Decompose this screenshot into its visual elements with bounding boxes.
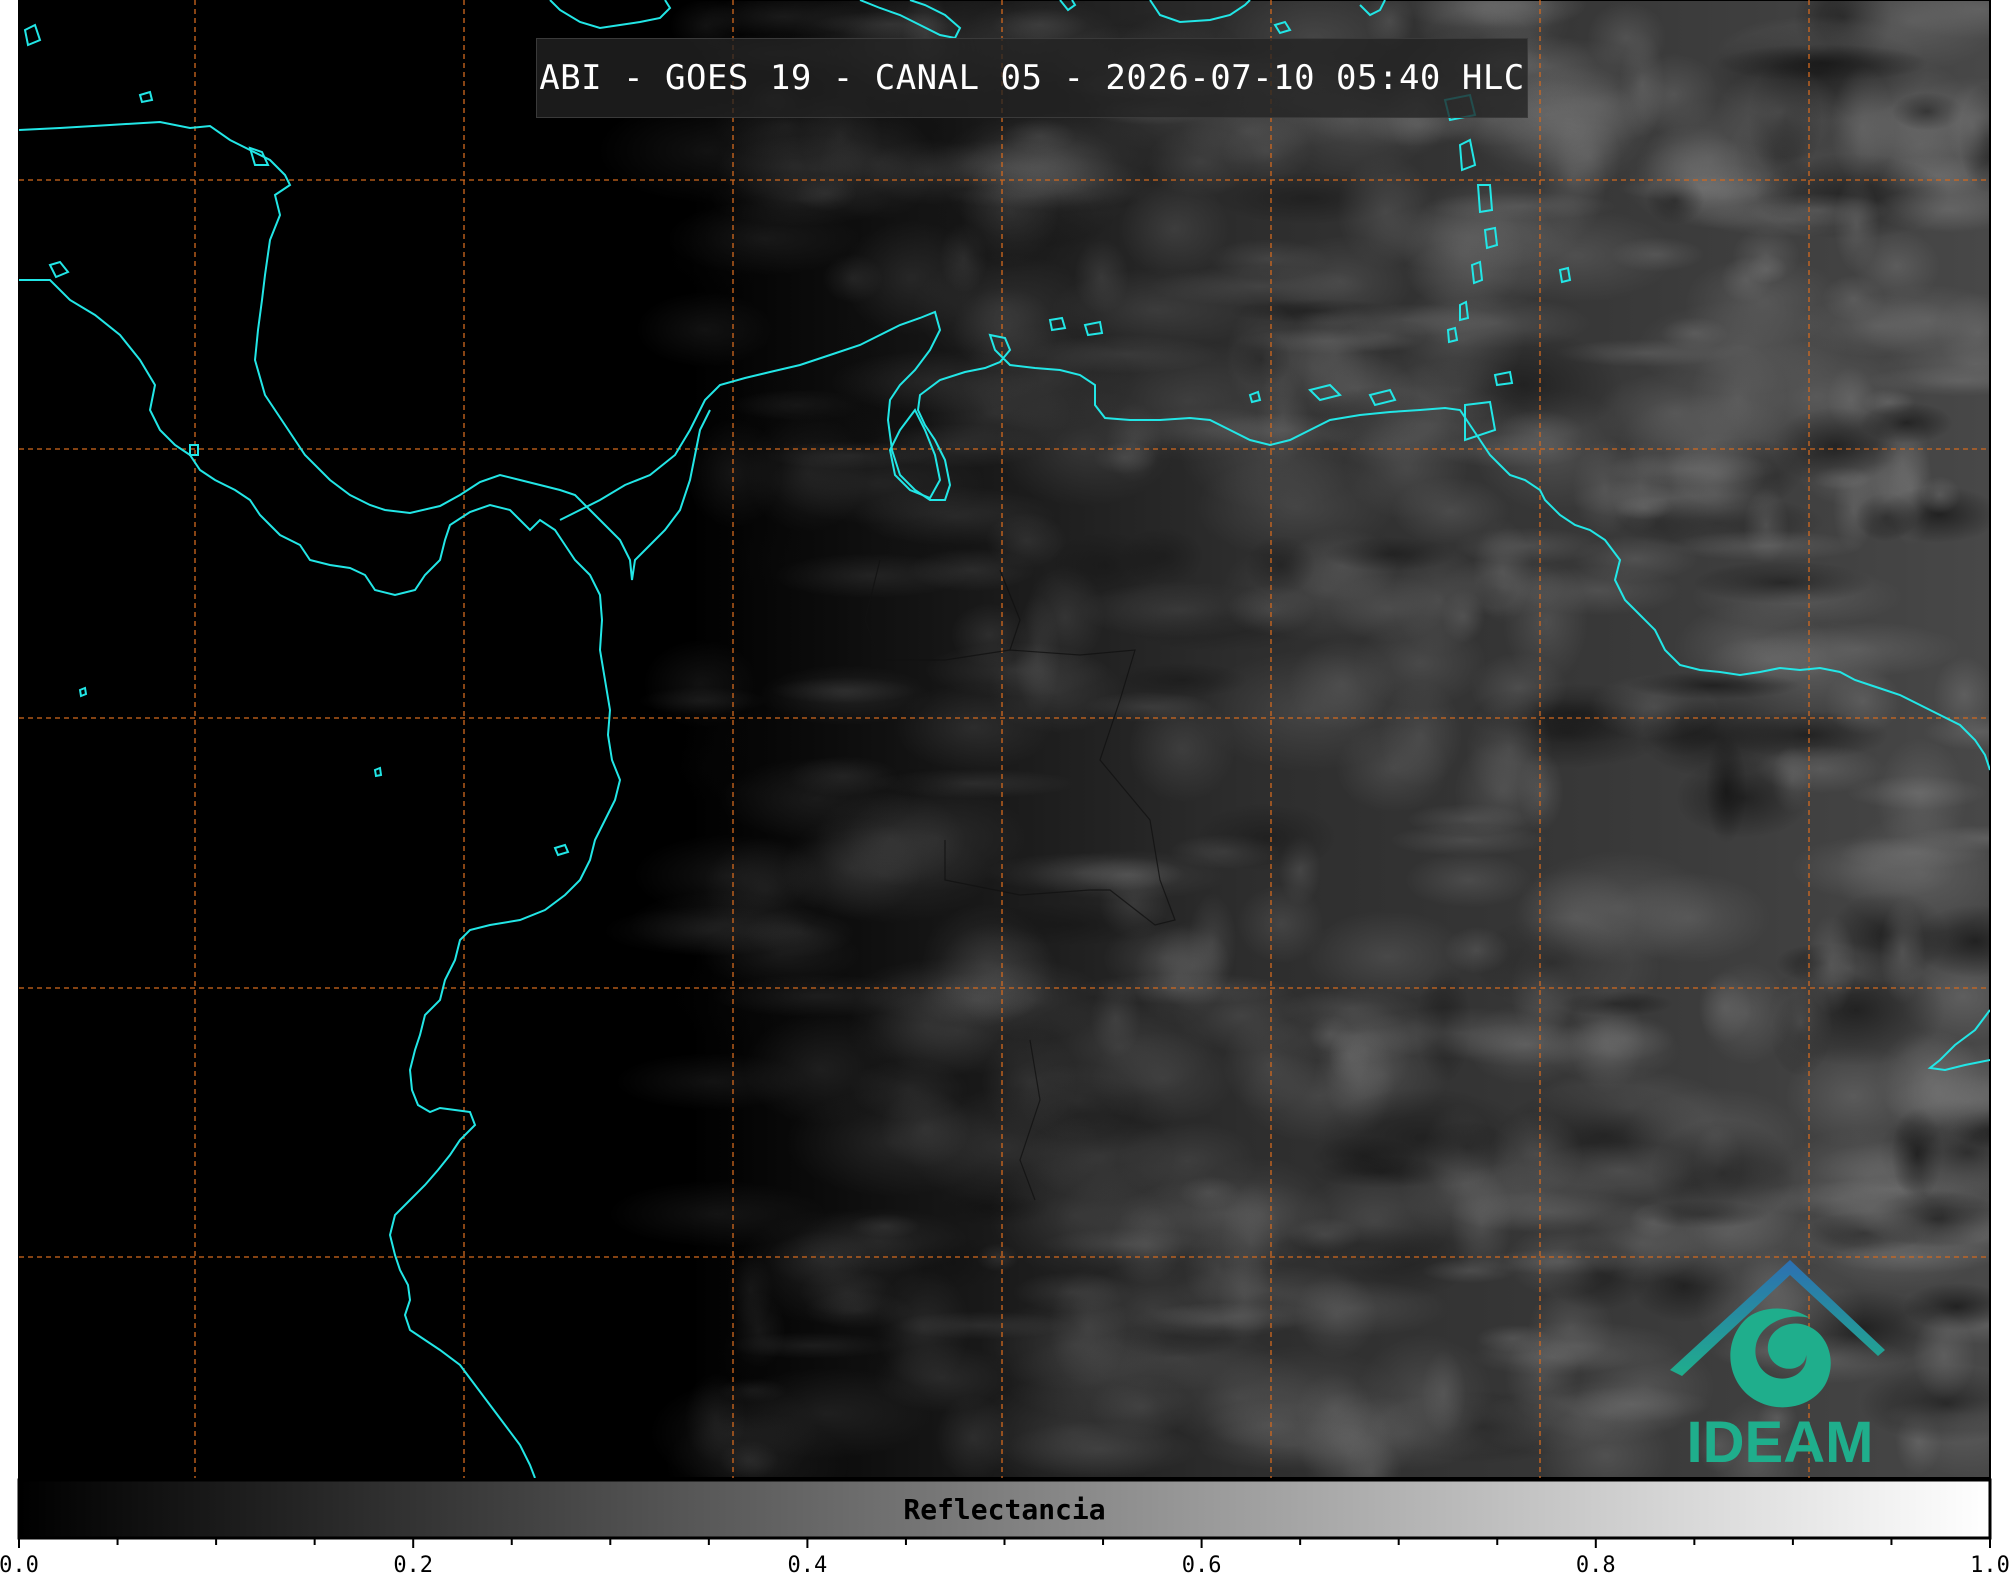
cloud-patch bbox=[893, 683, 1053, 772]
ideam-logo-text: IDEAM bbox=[1687, 1410, 1874, 1475]
cloud-shadow bbox=[1323, 537, 1456, 572]
cloud-patch bbox=[1649, 432, 1781, 555]
cloud-shadow bbox=[1316, 1087, 1533, 1188]
cloud-patch bbox=[1884, 1031, 1990, 1153]
cloud-patch bbox=[1518, 851, 1718, 964]
cloud-patch bbox=[919, 903, 1053, 1028]
cloud-patch bbox=[1077, 581, 1282, 639]
colorbar-tick-label: 0.0 bbox=[0, 1553, 39, 1577]
cloud-patch bbox=[1075, 973, 1296, 1005]
title-banner: ABI - GOES 19 - CANAL 05 - 2026-07-10 05… bbox=[536, 38, 1528, 118]
cloud-patch bbox=[1378, 681, 1463, 788]
cloud-shadow bbox=[1649, 1118, 1795, 1228]
cloud-patch bbox=[1339, 319, 1428, 353]
cloud-shadow bbox=[743, 759, 933, 835]
cloud-patch bbox=[1745, 193, 1890, 228]
cloud-patch bbox=[1128, 694, 1235, 803]
cloud-shadow bbox=[1117, 662, 1248, 698]
colorbar-tick-label: 0.6 bbox=[1182, 1553, 1222, 1577]
cloud-shadow bbox=[1231, 330, 1291, 389]
cloud-shadow bbox=[656, 229, 781, 290]
cloud-patch bbox=[1609, 236, 1704, 273]
cloud-patch bbox=[1318, 384, 1534, 465]
cloud-shadow bbox=[730, 530, 832, 591]
cloud-patch bbox=[738, 1209, 925, 1325]
cloud-patch bbox=[1092, 441, 1157, 475]
cloud-patch bbox=[643, 639, 758, 728]
cloud-patch bbox=[1027, 850, 1228, 901]
cloud-patch bbox=[1912, 1312, 1976, 1400]
cloud-patch bbox=[1001, 1421, 1199, 1477]
cloud-patch bbox=[1177, 1176, 1241, 1210]
cloud-patch bbox=[906, 1088, 1102, 1206]
cloud-patch bbox=[1073, 238, 1129, 315]
cloud-patch bbox=[1404, 852, 1533, 908]
page-title: ABI - GOES 19 - CANAL 05 - 2026-07-10 05… bbox=[539, 58, 1525, 98]
cloud-patch bbox=[1698, 971, 1752, 1044]
cloud-patch bbox=[635, 292, 773, 368]
cloud-patch bbox=[1030, 334, 1220, 374]
colorbar-tick-label: 0.4 bbox=[788, 1553, 828, 1577]
cloud-patch bbox=[1254, 1279, 1449, 1338]
cloud-patch bbox=[822, 253, 884, 304]
cloud-patch bbox=[743, 1013, 897, 1125]
cloud-patch bbox=[1756, 744, 1886, 794]
cloud-shadow bbox=[1245, 535, 1316, 596]
cloud-patch bbox=[1746, 253, 1788, 285]
cloud-patch bbox=[1505, 1331, 1581, 1422]
cloud-patch bbox=[1472, 518, 1533, 624]
cloud-patch bbox=[1830, 65, 1895, 187]
cloud-patch bbox=[1837, 836, 1989, 870]
cloud-patch bbox=[1806, 914, 1857, 1015]
satellite-imagery bbox=[19, 0, 1990, 1478]
cloud-patch bbox=[1354, 1007, 1563, 1059]
cloud-patch bbox=[944, 111, 1159, 195]
cloud-shadow bbox=[1196, 803, 1337, 872]
cloud-shadow bbox=[733, 364, 894, 467]
cloud-patch bbox=[1932, 656, 1990, 734]
cloud-patch bbox=[1704, 636, 1835, 685]
cloud-patch bbox=[720, 1367, 932, 1460]
cloud-patch bbox=[1421, 1349, 1467, 1437]
colorbar: 0.0 0.2 0.4 0.6 0.8 1.0 bbox=[0, 1478, 2010, 1578]
colorbar-tick-label: 0.2 bbox=[393, 1553, 433, 1577]
cloud-patch bbox=[1443, 927, 1510, 974]
cloud-patch bbox=[1795, 294, 1962, 358]
cloud-patch bbox=[1845, 461, 1930, 535]
cloud-patch bbox=[890, 1311, 1072, 1340]
cloud-patch bbox=[818, 108, 937, 220]
colorbar-tick-label: 0.8 bbox=[1576, 1553, 1616, 1577]
satellite-map-figure: 0.0 0.2 0.4 0.6 0.8 1.0 IDEAM ABI - GOES 19 -… bbox=[0, 0, 2011, 1578]
cloud-shadow bbox=[1692, 561, 1873, 605]
cloud-patch bbox=[628, 891, 808, 957]
colorbar-tick-label: 1.0 bbox=[1970, 1553, 2010, 1577]
cloud-shadow bbox=[1716, 44, 1929, 82]
cloud-patch bbox=[1069, 1263, 1235, 1356]
cloud-patch bbox=[1814, 1185, 1943, 1248]
satellite-map: 0.0 0.2 0.4 0.6 0.8 1.0 IDEAM bbox=[0, 0, 2010, 1578]
cloud-patch bbox=[1363, 202, 1578, 273]
cloud-patch bbox=[1287, 1217, 1362, 1253]
cloud-patch bbox=[711, 974, 922, 1018]
cloud-patch bbox=[1836, 812, 1990, 934]
cloud-patch bbox=[770, 677, 918, 704]
cloud-patch bbox=[985, 512, 1067, 569]
